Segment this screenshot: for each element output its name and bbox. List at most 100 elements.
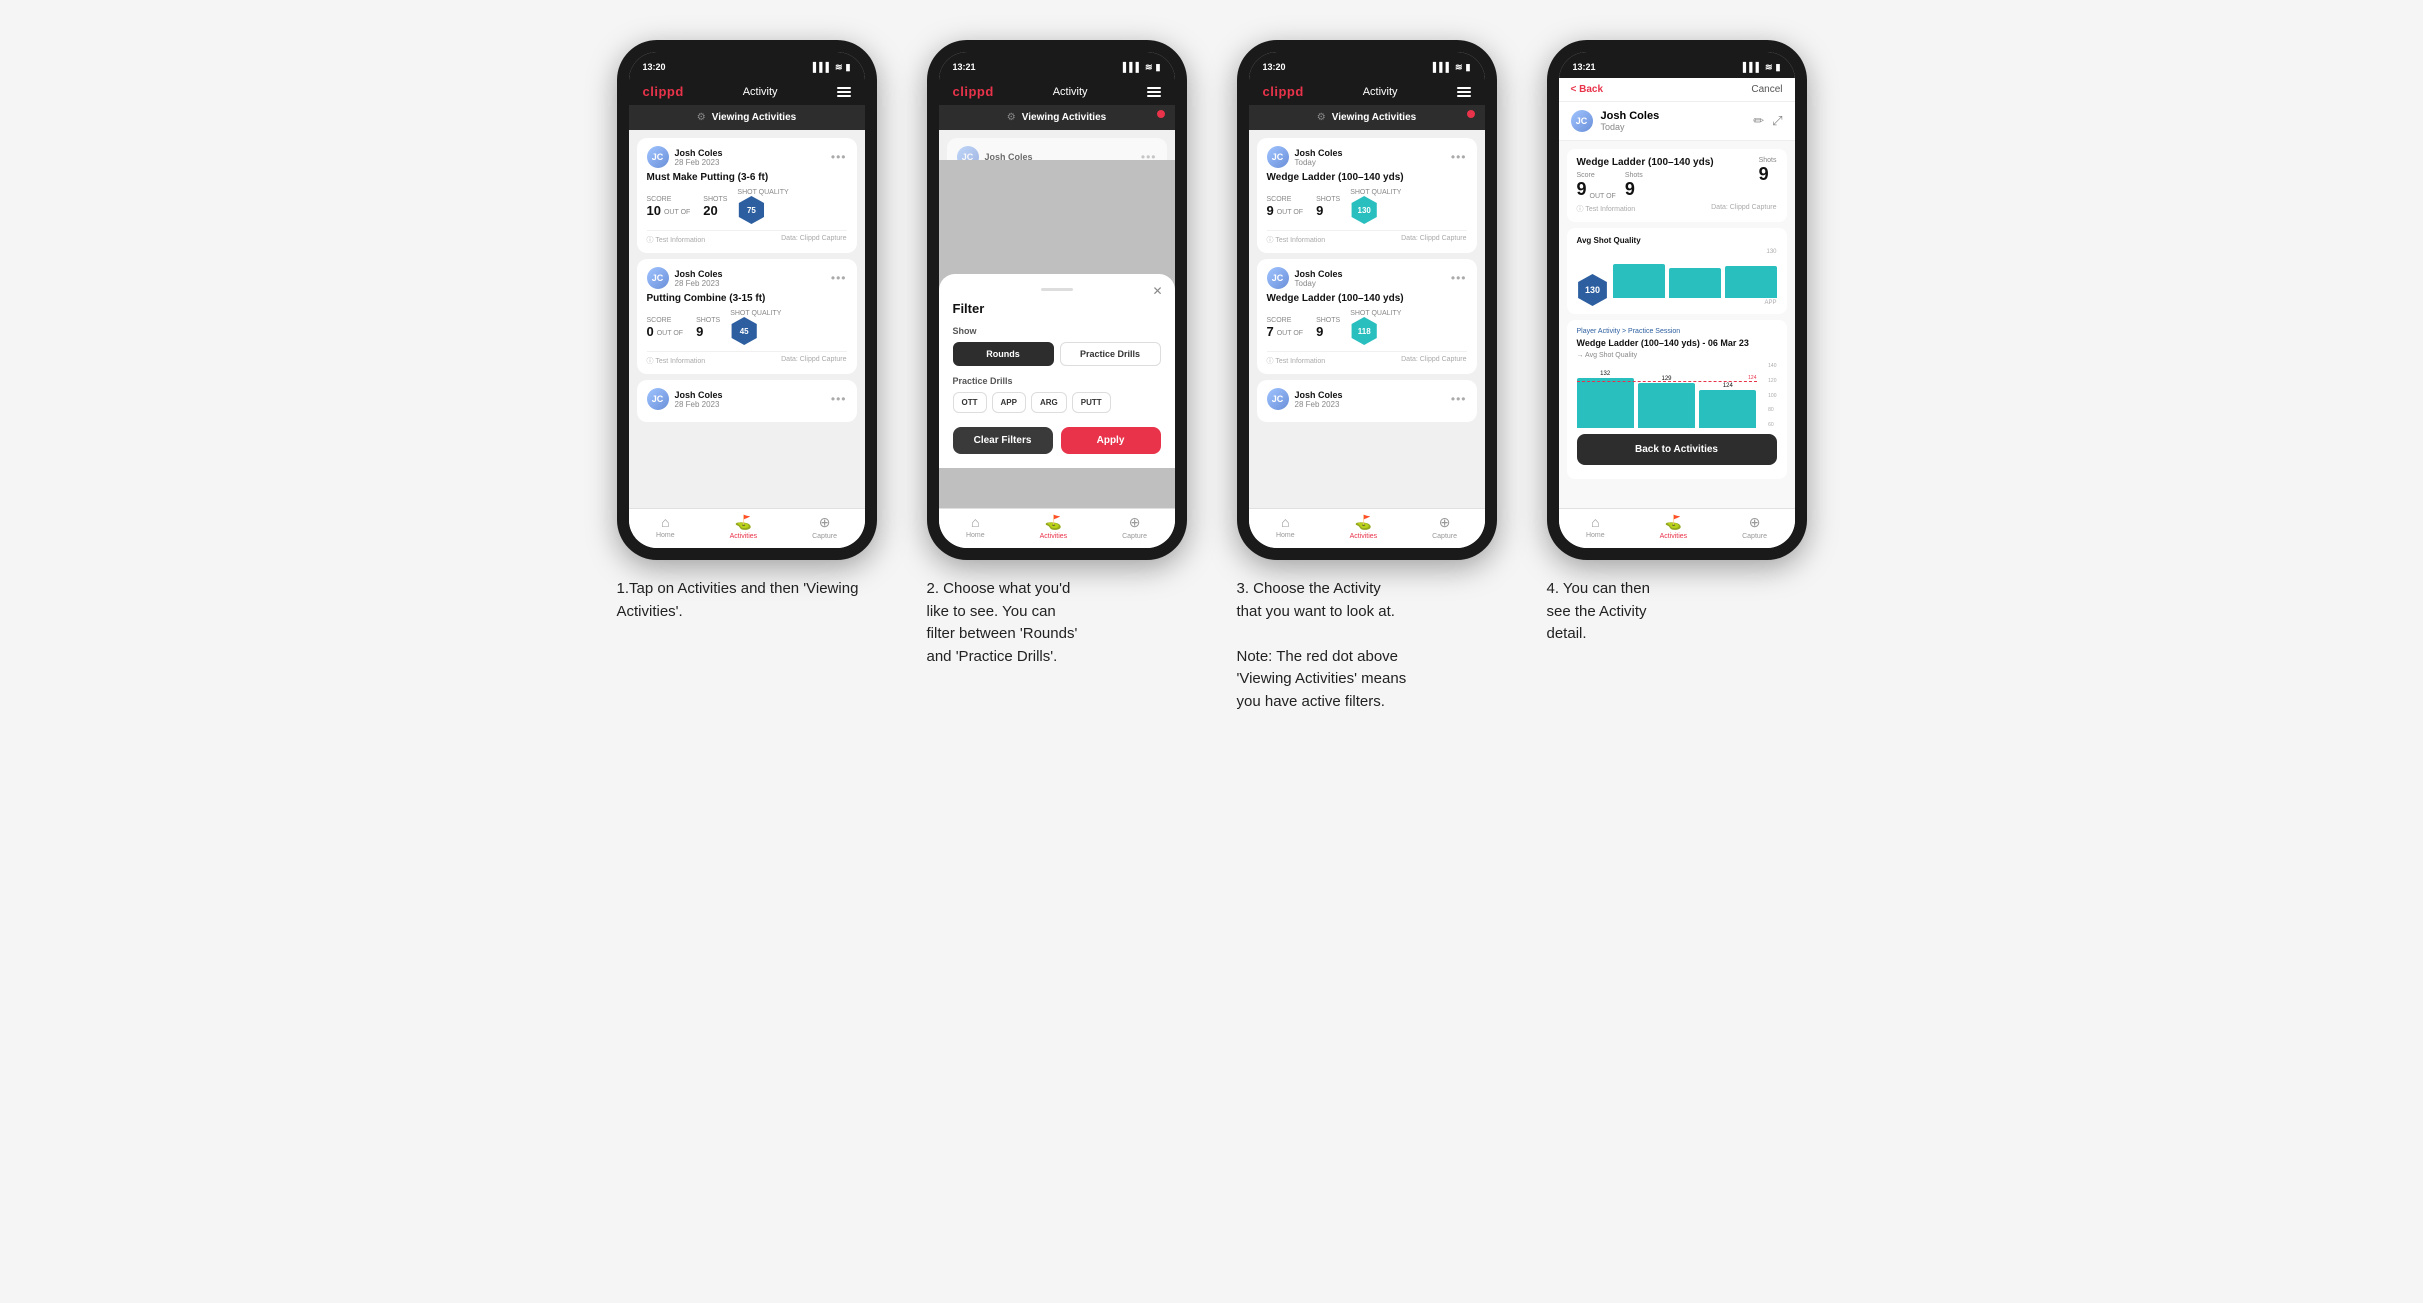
- bar-item-2: 129: [1638, 376, 1695, 428]
- signal-icon-4: ▌▌▌: [1743, 62, 1762, 72]
- partial-card-2: JC Josh Coles •••: [947, 138, 1167, 160]
- activity-card-2[interactable]: JC Josh Coles 28 Feb 2023 ••• Putting Co…: [637, 259, 857, 374]
- user-date-3: 28 Feb 2023: [675, 400, 723, 409]
- tab-capture-4[interactable]: ⊕ Capture: [1742, 514, 1767, 540]
- phone1: 13:20 ▌▌▌ ≋ ▮ clippd Activity: [617, 40, 877, 560]
- battery-icon-4: ▮: [1776, 62, 1781, 73]
- signal-icon-3: ▌▌▌: [1433, 62, 1452, 72]
- shots-val-1: 20: [703, 203, 727, 218]
- shots-val-2: 9: [696, 324, 720, 339]
- footer-capture-2: Data: Clippd Capture: [781, 356, 846, 366]
- drill-app[interactable]: APP: [992, 392, 1026, 413]
- signal-icon-2: ▌▌▌: [1123, 62, 1142, 72]
- apply-btn[interactable]: Apply: [1061, 427, 1161, 454]
- bar-item-1: 132: [1577, 371, 1634, 428]
- notch2: [1017, 40, 1097, 62]
- shots-block-1: Shots 20: [703, 196, 727, 218]
- dots-menu-2[interactable]: •••: [831, 271, 847, 285]
- rounds-btn[interactable]: Rounds: [953, 342, 1054, 366]
- tab-home-label-2: Home: [966, 532, 985, 539]
- tab-home-2[interactable]: ⌂ Home: [966, 514, 985, 540]
- hamburger-1[interactable]: [837, 87, 851, 97]
- card-title-2: Putting Combine (3-15 ft): [647, 293, 847, 304]
- quality-hex-1: 75: [737, 196, 765, 224]
- detail-shots-right: 9: [1759, 164, 1769, 184]
- home-icon-3: ⌂: [1281, 514, 1289, 530]
- detail-score-card: Wedge Ladder (100–140 yds) Score 9 OUT O…: [1567, 149, 1787, 222]
- expand-icon[interactable]: ⤢: [1772, 113, 1782, 129]
- tab-activities-2[interactable]: ⛳ Activities: [1040, 514, 1068, 540]
- y-axis-labels: 140 120 100 80 60: [1768, 363, 1776, 428]
- activity-card-3a[interactable]: JC Josh Coles Today ••• Wedge Ladder (10…: [1257, 138, 1477, 253]
- tab-activities-1[interactable]: ⛳ Activities: [730, 514, 758, 540]
- app-label: APP: [1764, 300, 1776, 306]
- quality-hex-3a: 130: [1350, 196, 1378, 224]
- quality-block-1: Shot Quality 75: [737, 189, 788, 224]
- player-activity-link[interactable]: Player Activity > Practice Session: [1577, 328, 1777, 335]
- viewing-banner-1[interactable]: ⚙ Viewing Activities: [629, 105, 865, 130]
- hamburger-3[interactable]: [1457, 87, 1471, 97]
- detail-score: 9: [1577, 179, 1587, 200]
- score-row-1: 10 OUT OF: [647, 203, 694, 218]
- tab-capture-label-2: Capture: [1122, 533, 1147, 540]
- close-icon[interactable]: ✕: [1152, 284, 1162, 298]
- dots-menu-3a[interactable]: •••: [1451, 150, 1467, 164]
- battery-icon-3: ▮: [1466, 62, 1471, 73]
- avatar-4: JC: [1571, 110, 1593, 132]
- out-of-1: OUT OF: [664, 209, 690, 218]
- tab-home-4[interactable]: ⌂ Home: [1586, 514, 1605, 540]
- logo-1: clippd: [643, 84, 684, 99]
- bottom-tabs-3: ⌂ Home ⛳ Activities ⊕ Capture: [1249, 508, 1485, 548]
- avatar-3c: JC: [1267, 388, 1289, 410]
- hamburger-2[interactable]: [1147, 87, 1161, 97]
- drill-ott[interactable]: OTT: [953, 392, 987, 413]
- viewing-banner-3[interactable]: ⚙ Viewing Activities: [1249, 105, 1485, 130]
- activity-card-3[interactable]: JC Josh Coles 28 Feb 2023 •••: [637, 380, 857, 422]
- practice-drills-btn[interactable]: Practice Drills: [1060, 342, 1161, 366]
- detail-content: Wedge Ladder (100–140 yds) Score 9 OUT O…: [1559, 141, 1795, 508]
- activity-card-3b[interactable]: JC Josh Coles Today ••• Wedge Ladder (10…: [1257, 259, 1477, 374]
- avatar-2p: JC: [957, 146, 979, 160]
- red-dot-3: [1467, 110, 1475, 118]
- edit-icon[interactable]: ✏: [1753, 113, 1764, 129]
- activity-card-1[interactable]: JC Josh Coles 28 Feb 2023 ••• Must Make …: [637, 138, 857, 253]
- tab-activities-3[interactable]: ⛳ Activities: [1350, 514, 1378, 540]
- detail-card-title: Wedge Ladder (100–140 yds): [1577, 157, 1759, 168]
- tab-capture-3[interactable]: ⊕ Capture: [1432, 514, 1457, 540]
- activity-card-3c[interactable]: JC Josh Coles 28 Feb 2023 •••: [1257, 380, 1477, 422]
- tab-home-1[interactable]: ⌂ Home: [656, 514, 675, 540]
- practice-section-label: Practice Drills: [953, 376, 1161, 386]
- tab-capture-2[interactable]: ⊕ Capture: [1122, 514, 1147, 540]
- score-val-1: 10: [647, 203, 661, 218]
- app-nav-1: clippd Activity: [629, 78, 865, 105]
- tab-capture-1[interactable]: ⊕ Capture: [812, 514, 837, 540]
- activities-icon-2: ⛳: [1045, 514, 1062, 531]
- stats-row-1: Score 10 OUT OF Shots 20: [647, 189, 847, 224]
- viewing-banner-2[interactable]: ⚙ Viewing Activities: [939, 105, 1175, 130]
- desc-text-3: 3. Choose the Activity that you want to …: [1237, 578, 1497, 713]
- nav-title-1: Activity: [743, 86, 778, 98]
- score-block-1: Score 10 OUT OF: [647, 196, 694, 218]
- score-block-2: Score 0 OUT OF: [647, 317, 687, 339]
- capture-icon-1: ⊕: [819, 514, 831, 531]
- user-info-2: JC Josh Coles 28 Feb 2023: [647, 267, 723, 289]
- wifi-icon-4: ≋: [1765, 62, 1773, 73]
- status-time-2: 13:21: [953, 62, 976, 72]
- drill-arg[interactable]: ARG: [1031, 392, 1067, 413]
- settings-icon-1: ⚙: [697, 112, 706, 123]
- tab-activities-4[interactable]: ⛳ Activities: [1660, 514, 1688, 540]
- dots-menu-1[interactable]: •••: [831, 150, 847, 164]
- mini-bar-1: [1613, 264, 1665, 298]
- dots-menu-3b[interactable]: •••: [1451, 271, 1467, 285]
- back-btn[interactable]: < Back: [1571, 84, 1604, 95]
- screen2-col: 13:21 ▌▌▌ ≋ ▮ clippd Activity ⚙ Viewing …: [917, 40, 1197, 668]
- clear-filters-btn[interactable]: Clear Filters: [953, 427, 1053, 454]
- drill-putt[interactable]: PUTT: [1072, 392, 1111, 413]
- wifi-icon-2: ≋: [1145, 62, 1153, 73]
- dots-menu-3[interactable]: •••: [831, 392, 847, 406]
- status-right-1: ▌▌▌ ≋ ▮: [813, 62, 851, 73]
- back-to-activities-btn[interactable]: Back to Activities: [1577, 434, 1777, 465]
- tab-home-3[interactable]: ⌂ Home: [1276, 514, 1295, 540]
- capture-icon-4: ⊕: [1749, 514, 1761, 531]
- cancel-btn[interactable]: Cancel: [1751, 84, 1782, 95]
